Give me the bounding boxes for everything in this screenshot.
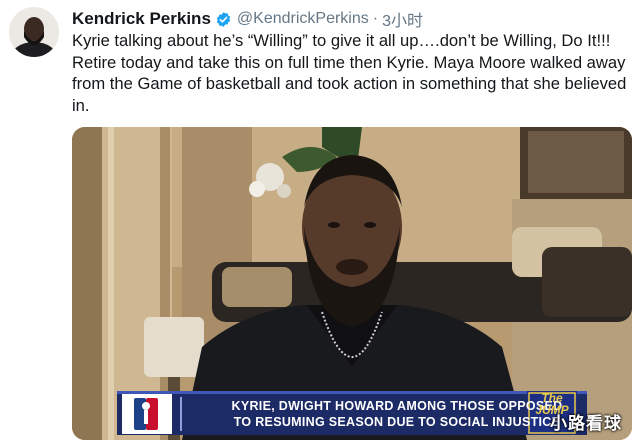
tweet-header: Kendrick Perkins @KendrickPerkins · 3小时: [72, 8, 423, 30]
avatar[interactable]: [9, 7, 59, 57]
display-name[interactable]: Kendrick Perkins: [72, 9, 211, 29]
verified-badge-icon: [215, 11, 232, 28]
timestamp[interactable]: 3小时: [382, 7, 423, 31]
ticker-headline-line1: KYRIE, DWIGHT HOWARD AMONG THOSE OPPOSED: [231, 399, 563, 413]
ticker-headline-line2: TO RESUMING SEASON DUE TO SOCIAL INJUSTI…: [233, 415, 561, 429]
handle[interactable]: @KendrickPerkins: [237, 10, 369, 28]
tweet-text: Kyrie talking about he’s “Willing” to gi…: [72, 31, 627, 115]
watermark: 小路看球: [550, 414, 622, 433]
separator-dot: ·: [372, 10, 379, 27]
tweet-media[interactable]: KYRIE, DWIGHT HOWARD AMONG THOSE OPPOSED…: [72, 127, 632, 440]
